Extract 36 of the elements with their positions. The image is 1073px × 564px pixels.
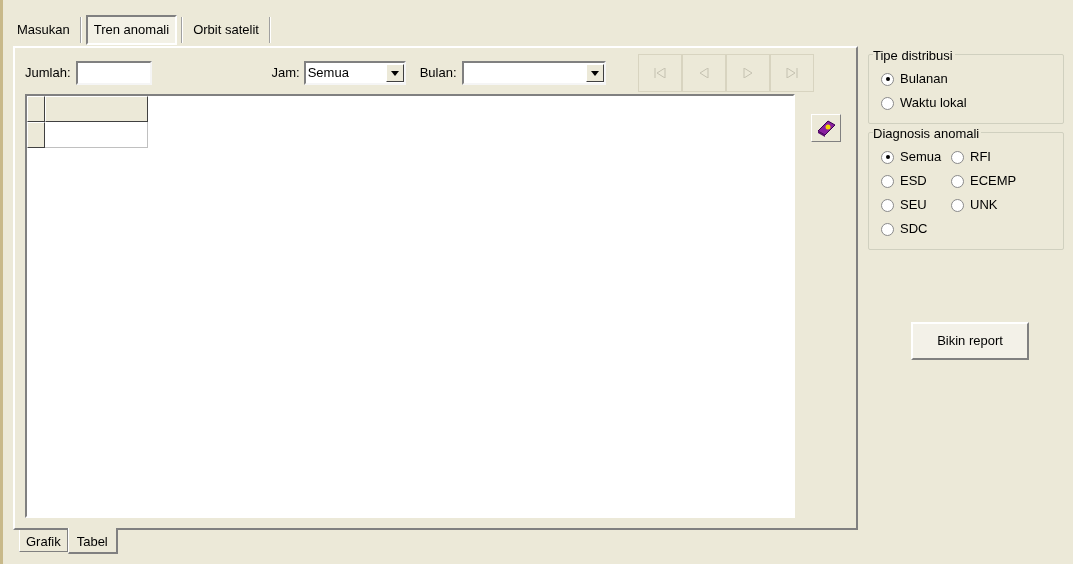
radio-label: SDC <box>900 220 928 239</box>
radio-button[interactable] <box>881 96 894 110</box>
first-record-icon <box>653 68 666 78</box>
radio-label: SEU <box>900 196 927 215</box>
radio-label: Waktu lokal <box>900 94 967 113</box>
report-button[interactable]: Bikin report <box>911 322 1029 360</box>
radio-button[interactable] <box>881 72 894 86</box>
tab[interactable]: Masukan <box>11 17 76 43</box>
input-field[interactable] <box>75 61 152 85</box>
previous-record-icon <box>698 68 709 78</box>
last-record-icon <box>785 68 798 78</box>
field-label: Jumlah: <box>25 64 71 83</box>
radio-button[interactable] <box>881 198 894 212</box>
help-book-button[interactable] <box>811 114 841 142</box>
radio-label: Semua <box>900 148 942 167</box>
tab[interactable]: Grafik <box>19 530 68 552</box>
radio-label: ECEMP <box>970 172 1017 191</box>
radio-button[interactable] <box>951 150 964 164</box>
field-label: Bulan: <box>419 64 457 83</box>
radio-label: Bulanan <box>900 70 948 89</box>
help-book-icon <box>816 119 836 137</box>
radio-button[interactable] <box>881 174 894 188</box>
radio-label: UNK <box>970 196 998 215</box>
radio-button[interactable] <box>881 222 894 236</box>
field-label: Jam: <box>271 64 300 83</box>
tab[interactable]: Orbit satelit <box>187 17 265 43</box>
next-record-icon <box>742 68 753 78</box>
radio-label: RFI <box>970 148 991 167</box>
tab[interactable]: Tabel <box>67 528 118 554</box>
dropdown[interactable] <box>461 61 606 85</box>
radio-button[interactable] <box>951 174 964 188</box>
radio-button[interactable] <box>951 198 964 212</box>
dropdown[interactable]: Semua <box>303 61 406 85</box>
radio-button[interactable] <box>881 150 894 164</box>
radio-label: ESD <box>900 172 927 191</box>
tab[interactable]: Tren anomali <box>85 15 178 45</box>
